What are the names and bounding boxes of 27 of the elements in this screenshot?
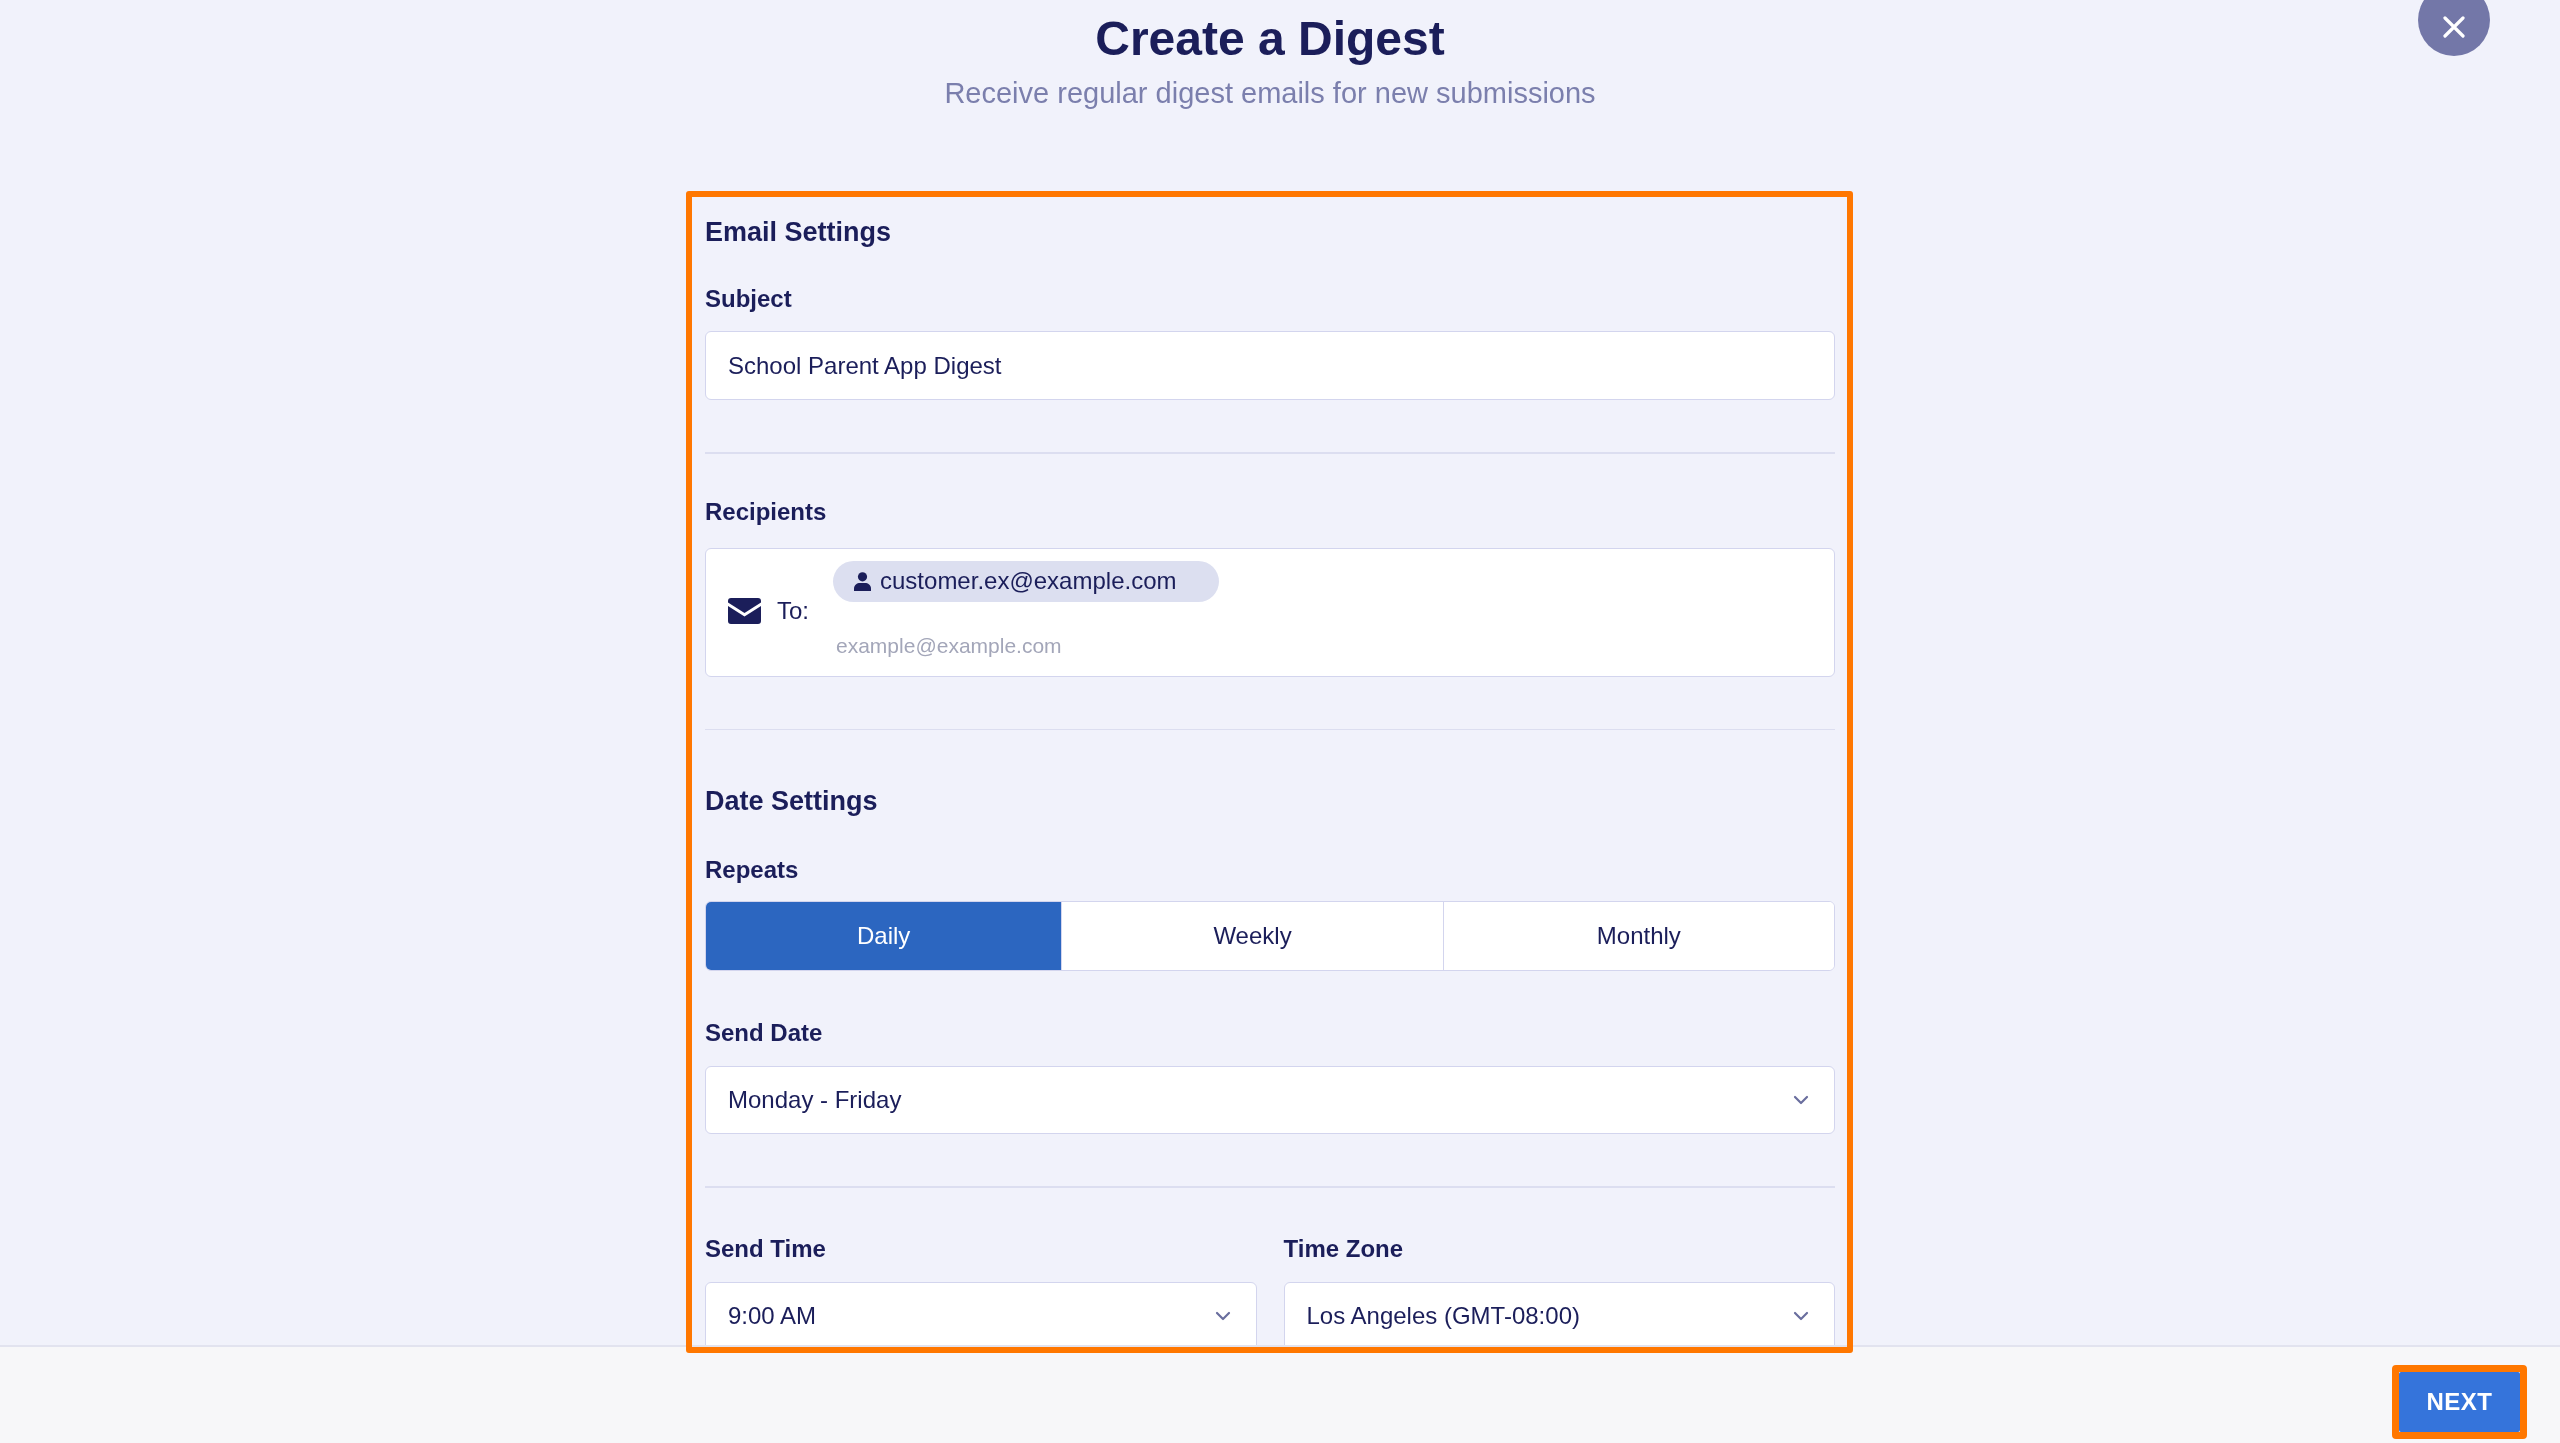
repeat-option[interactable]: Monthly <box>1442 902 1834 970</box>
field-label: Subject <box>705 285 792 313</box>
page-title: Create a Digest <box>1095 13 1445 65</box>
repeat-option[interactable]: Daily <box>706 902 1062 970</box>
email-input[interactable]: example@example.com <box>833 630 1812 661</box>
field-label: Repeats <box>705 856 799 884</box>
field-label: Recipients <box>705 497 827 526</box>
field-label: Send Date <box>705 1019 823 1047</box>
envelope-icon <box>728 597 761 624</box>
to-label: To: <box>777 596 809 625</box>
recipient-chip[interactable]: customer.ex@example.com <box>833 560 1219 602</box>
time-zone-select[interactable]: Los Angeles (GMT-08:00) <box>1283 1281 1835 1345</box>
close-button[interactable] <box>2418 0 2490 56</box>
field-label: Send Time <box>705 1234 826 1263</box>
field-label: Time Zone <box>1283 1234 1404 1263</box>
chevron-icon <box>1793 1095 1809 1105</box>
section-heading: Date Settings <box>705 785 878 818</box>
chevron-icon <box>1214 1311 1231 1321</box>
section-heading: Email Settings <box>705 216 892 249</box>
close-icon <box>2443 16 2465 38</box>
person-icon <box>854 571 871 591</box>
next-button[interactable]: NEXT <box>2399 1372 2520 1432</box>
send-date-select[interactable]: Monday - Friday <box>705 1066 1835 1134</box>
page-subtitle: Receive regular digest emails for new submissions <box>944 76 1596 111</box>
subject-input[interactable]: School Parent App Digest <box>705 331 1835 400</box>
chevron-icon <box>1793 1311 1809 1321</box>
send-time-select[interactable]: 9:00 AM <box>705 1281 1257 1345</box>
